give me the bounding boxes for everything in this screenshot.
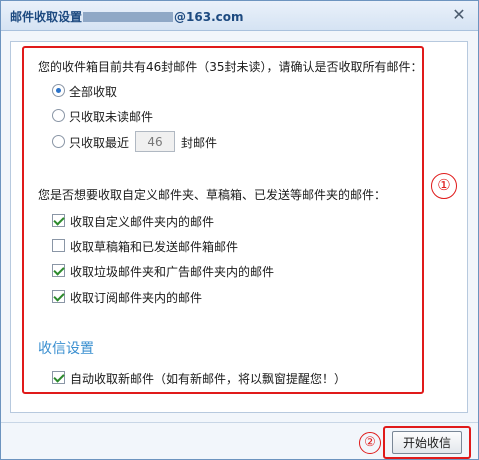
recent-count-unit: 封邮件 xyxy=(181,136,218,150)
folders-prompt: 您是否想要收取自定义邮件夹、草稿箱、已发送等邮件夹的邮件： xyxy=(38,188,387,202)
radio-receive-unread[interactable] xyxy=(52,109,65,122)
redacted-account xyxy=(83,12,174,22)
annotation-marker-2: ② xyxy=(359,432,381,454)
radio-receive-all[interactable] xyxy=(52,84,65,97)
close-icon: ✕ xyxy=(452,5,466,24)
checkbox-auto-receive-label[interactable]: 自动收取新邮件（如有新邮件，将以飘窗提醒您！） xyxy=(70,370,346,387)
title-suffix: @163.com xyxy=(174,10,244,24)
checkbox-drafts-sent[interactable] xyxy=(52,239,65,252)
recent-count-input[interactable] xyxy=(135,131,175,152)
radio-receive-unread-label[interactable]: 只收取未读邮件 xyxy=(69,108,153,125)
dialog-title: 邮件收取设置 @163.com xyxy=(10,8,243,25)
radio-receive-recent-label[interactable]: 只收取最近 xyxy=(69,134,129,151)
start-receiving-button[interactable]: 开始收信 xyxy=(392,431,462,454)
footer-divider xyxy=(1,422,478,423)
radio-receive-all-label[interactable]: 全部收取 xyxy=(69,83,117,100)
checkbox-subscriptions-label[interactable]: 收取订阅邮件夹内的邮件 xyxy=(70,289,202,306)
checkbox-custom-folders[interactable] xyxy=(52,214,65,227)
checkbox-spam-ads[interactable] xyxy=(52,264,65,277)
checkbox-subscriptions[interactable] xyxy=(52,290,65,303)
close-button[interactable]: ✕ xyxy=(450,6,468,24)
radio-receive-recent[interactable] xyxy=(52,135,65,148)
checkbox-drafts-sent-label[interactable]: 收取草稿箱和已发送邮件箱邮件 xyxy=(70,238,238,255)
checkbox-spam-ads-label[interactable]: 收取垃圾邮件夹和广告邮件夹内的邮件 xyxy=(70,263,274,280)
title-bar: 邮件收取设置 @163.com ✕ xyxy=(1,1,478,31)
mail-receive-settings-dialog: 邮件收取设置 @163.com ✕ 您的收件箱目前共有46封邮件（35封未读），请… xyxy=(0,0,479,460)
receive-settings-title: 收信设置 xyxy=(38,341,94,357)
annotation-marker-1: ① xyxy=(431,173,457,199)
checkbox-custom-folders-label[interactable]: 收取自定义邮件夹内的邮件 xyxy=(70,213,214,230)
title-prefix: 邮件收取设置 xyxy=(10,10,83,24)
checkbox-auto-receive[interactable] xyxy=(52,371,65,384)
receive-all-prompt: 您的收件箱目前共有46封邮件（35封未读），请确认是否收取所有邮件： xyxy=(38,60,423,74)
